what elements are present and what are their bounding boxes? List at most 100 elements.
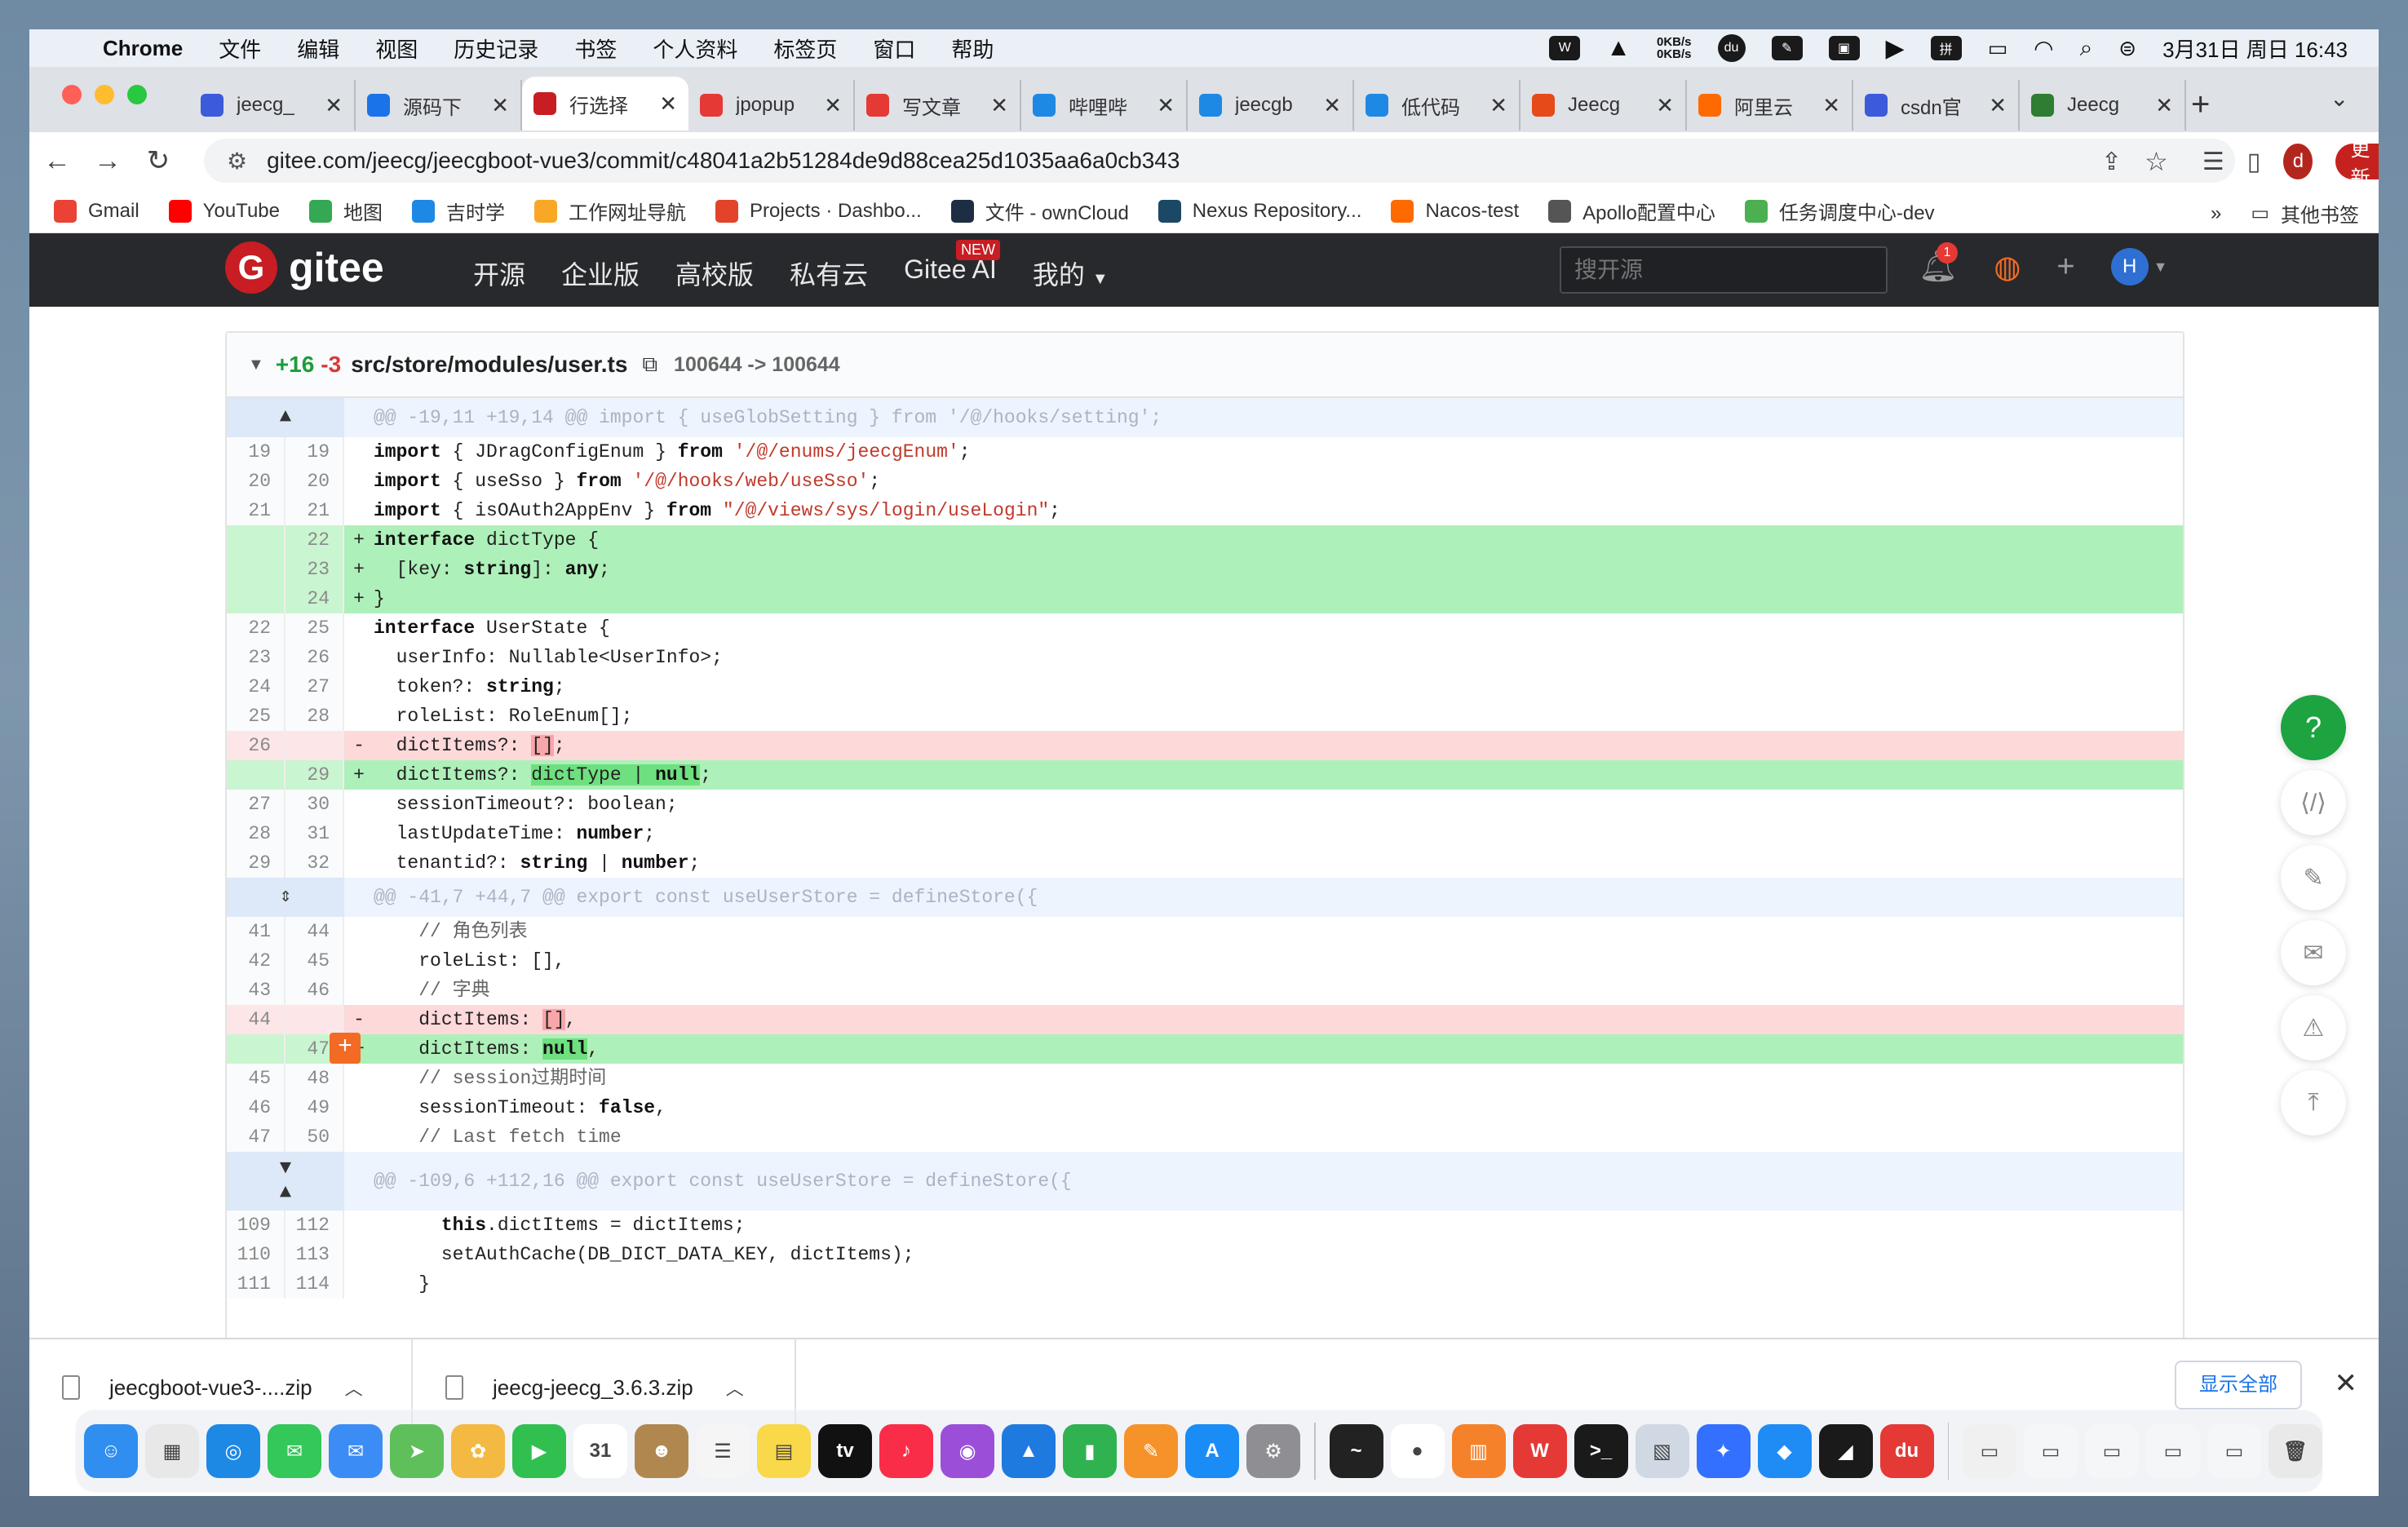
clock[interactable]: 3月31日 周日 16:43: [2162, 33, 2348, 64]
battery-icon[interactable]: ▭: [1988, 36, 2008, 61]
photos-icon[interactable]: ✿: [451, 1424, 505, 1478]
menu-app-name[interactable]: Chrome: [103, 36, 183, 61]
bookmark-star-icon[interactable]: ☆: [2145, 146, 2168, 177]
show-all-downloads-button[interactable]: 显示全部: [2175, 1361, 2302, 1410]
nav-private-cloud[interactable]: 私有云: [790, 254, 868, 292]
bookmark-item[interactable]: Apollo配置中心: [1548, 197, 1715, 225]
new-line-number[interactable]: 50: [286, 1122, 344, 1152]
control-center-icon[interactable]: ⊜: [2118, 36, 2136, 61]
new-line-number[interactable]: 26: [286, 643, 344, 672]
user-menu[interactable]: H ▼: [2110, 248, 2167, 285]
nav-enterprise[interactable]: 企业版: [561, 254, 640, 292]
close-tab-icon[interactable]: ✕: [1157, 93, 1175, 118]
new-line-number[interactable]: 45: [286, 946, 344, 976]
new-line-number[interactable]: [286, 1005, 344, 1034]
tab-0[interactable]: jeecg_ ✕: [189, 80, 356, 131]
calendar-icon[interactable]: 31: [573, 1424, 627, 1478]
close-downloads-icon[interactable]: ✕: [2335, 1367, 2358, 1400]
notes-icon[interactable]: ▤: [757, 1424, 811, 1478]
notification-bell-icon[interactable]: 🔔︎ 1: [1919, 242, 1958, 285]
close-tab-icon[interactable]: ✕: [325, 93, 343, 118]
win1-icon[interactable]: ▭: [2024, 1424, 2078, 1478]
code-snippet-button[interactable]: ⟨/⟩: [2281, 770, 2346, 835]
tv-icon[interactable]: tv: [818, 1424, 872, 1478]
new-line-number[interactable]: 112: [286, 1211, 344, 1240]
win4-icon[interactable]: ▭: [2207, 1424, 2261, 1478]
play-status-icon[interactable]: ▶: [1886, 34, 1905, 63]
chrome-icon[interactable]: ●: [1390, 1424, 1445, 1478]
wps-status-icon[interactable]: W: [1549, 36, 1581, 60]
settings-icon[interactable]: ⚙: [1246, 1424, 1300, 1478]
minimize-window-button[interactable]: [95, 85, 114, 104]
dingtalk-icon[interactable]: ◆: [1757, 1424, 1812, 1478]
zoom-window-button[interactable]: [127, 85, 147, 104]
bookmark-item[interactable]: Nacos-test: [1391, 199, 1519, 223]
books-icon[interactable]: ▥: [1451, 1424, 1506, 1478]
side-panel-icon[interactable]: ▯: [2247, 148, 2261, 176]
add-comment-icon[interactable]: +: [330, 1033, 361, 1064]
download-filename[interactable]: jeecgboot-vue3-....zip: [109, 1375, 312, 1401]
expand-lines-icon[interactable]: ▲: [227, 398, 344, 437]
address-bar[interactable]: ⚙ gitee.com/jeecg/jeecgboot-vue3/commit/…: [204, 139, 2235, 183]
nav-education[interactable]: 高校版: [675, 254, 754, 292]
nav-gitee-ai[interactable]: Gitee AI NEW: [904, 240, 1001, 292]
mail-icon[interactable]: ✉: [329, 1424, 383, 1478]
new-line-number[interactable]: 28: [286, 702, 344, 731]
new-line-number[interactable]: 44: [286, 917, 344, 946]
new-line-number[interactable]: 31: [286, 819, 344, 848]
gitee-search-input[interactable]: [1560, 246, 1888, 294]
reload-button[interactable]: ↻: [135, 144, 181, 177]
collapse-chevron-icon[interactable]: ▼: [248, 356, 264, 374]
archive-icon[interactable]: ▭: [1963, 1424, 2016, 1478]
new-line-number[interactable]: 23: [286, 555, 344, 584]
new-line-number[interactable]: 46: [286, 976, 344, 1005]
expand-lines-icon[interactable]: ⇕: [227, 878, 344, 917]
menu-tabs[interactable]: 标签页: [773, 33, 837, 64]
close-tab-icon[interactable]: ✕: [1822, 93, 1840, 118]
tab-search-chevron-icon[interactable]: ⌄: [2330, 85, 2348, 112]
site-info-icon[interactable]: ⚙: [227, 148, 247, 175]
feishu-icon[interactable]: ✦: [1696, 1424, 1751, 1478]
close-tab-icon[interactable]: ✕: [1989, 93, 2007, 118]
new-line-number[interactable]: 113: [286, 1240, 344, 1269]
copy-icon[interactable]: ⧉: [642, 352, 657, 378]
pen-status-icon[interactable]: ✎: [1771, 36, 1803, 60]
close-tab-icon[interactable]: ✕: [1323, 93, 1341, 118]
new-line-number[interactable]: 27: [286, 672, 344, 702]
new-line-number[interactable]: 22: [286, 525, 344, 555]
bookmark-item[interactable]: 任务调度中心-dev: [1744, 197, 1935, 225]
update-button[interactable]: 更新⋮: [2335, 139, 2379, 189]
win2-icon[interactable]: ▭: [2085, 1424, 2139, 1478]
url-text[interactable]: gitee.com/jeecg/jeecgboot-vue3/commit/c4…: [267, 148, 1180, 174]
reading-list-icon[interactable]: ☰: [2202, 148, 2224, 176]
cat-status-icon[interactable]: ▲: [1606, 34, 1631, 62]
nav-opensource[interactable]: 开源: [473, 254, 525, 292]
win3-icon[interactable]: ▭: [2146, 1424, 2200, 1478]
bookmark-item[interactable]: 工作网址导航: [533, 197, 686, 225]
maps-icon[interactable]: ➤: [390, 1424, 444, 1478]
report-warning-button[interactable]: ⚠: [2281, 995, 2346, 1060]
tab-6[interactable]: jeecgb ✕: [1188, 80, 1354, 131]
new-line-number[interactable]: 49: [286, 1093, 344, 1122]
menu-window[interactable]: 窗口: [873, 33, 915, 64]
appstore-icon[interactable]: A: [1185, 1424, 1239, 1478]
download-filename[interactable]: jeecg-jeecg_3.6.3.zip: [493, 1375, 693, 1401]
menu-profiles[interactable]: 个人资料: [653, 33, 737, 64]
tab-10[interactable]: csdn官 ✕: [1853, 80, 2020, 131]
idea-icon[interactable]: ◢: [1818, 1424, 1873, 1478]
new-line-number[interactable]: 32: [286, 848, 344, 878]
close-tab-icon[interactable]: ✕: [824, 93, 842, 118]
menu-history[interactable]: 历史记录: [454, 33, 538, 64]
tab-4[interactable]: 写文章 ✕: [855, 80, 1021, 131]
new-line-number[interactable]: 20: [286, 467, 344, 496]
search-icon[interactable]: ⌕: [2080, 35, 2093, 62]
back-button[interactable]: ←: [34, 145, 80, 177]
numbers-icon[interactable]: ▮: [1063, 1424, 1117, 1478]
image-status-icon[interactable]: ▣: [1828, 36, 1860, 60]
menu-bookmarks[interactable]: 书签: [574, 33, 617, 64]
new-line-number[interactable]: 29: [286, 760, 344, 790]
close-tab-icon[interactable]: ✕: [2155, 93, 2173, 118]
new-tab-button[interactable]: +: [2191, 86, 2210, 123]
menu-edit[interactable]: 编辑: [297, 33, 339, 64]
forward-button[interactable]: →: [85, 145, 131, 177]
